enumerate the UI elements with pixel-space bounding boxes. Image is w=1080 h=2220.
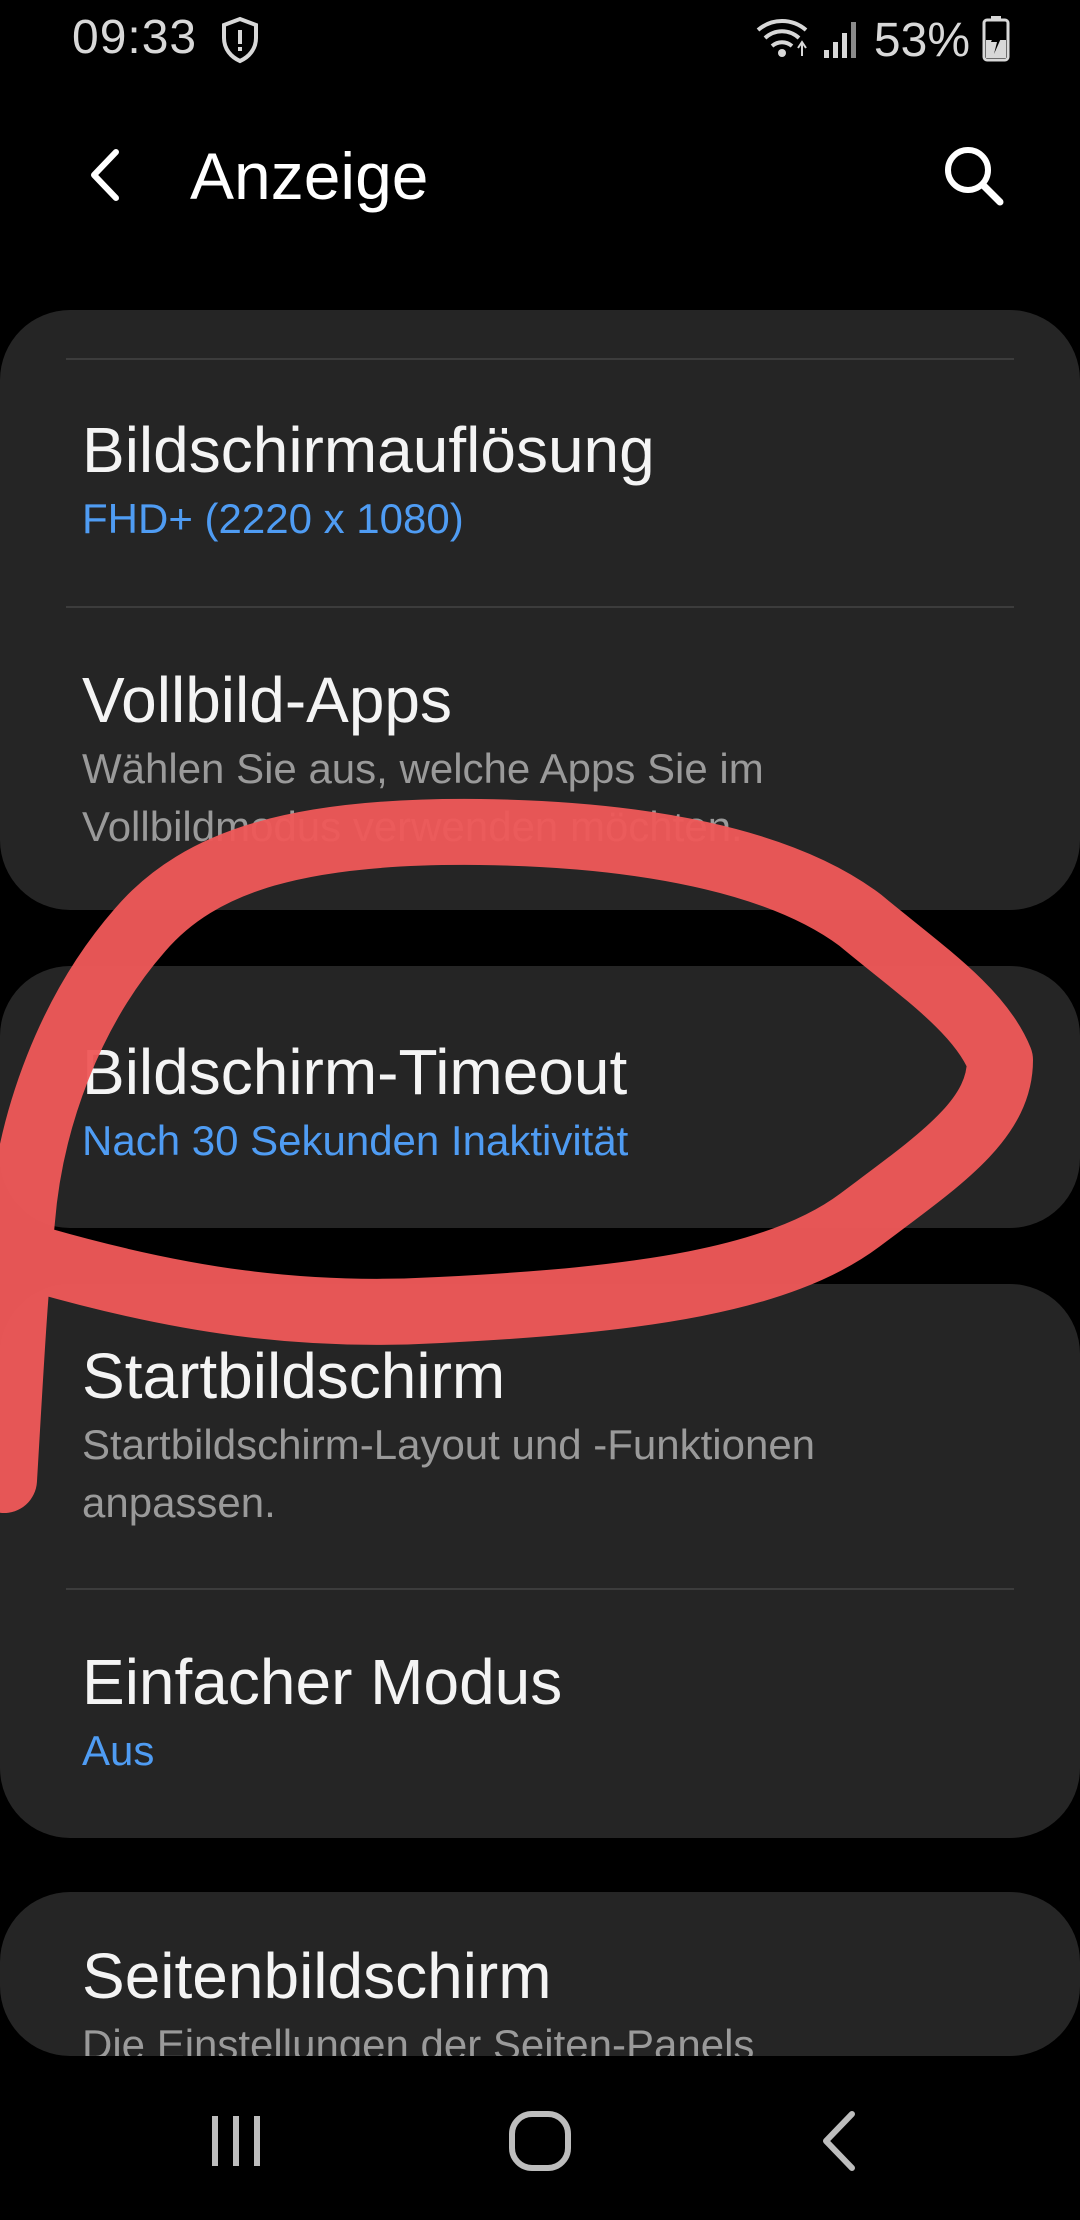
setting-title: Einfacher Modus [82,1646,563,1718]
nav-back-button[interactable] [800,2106,880,2176]
setting-screen-resolution[interactable]: Bildschirmauflösung FHD+ (2220 x 1080) [82,410,1012,548]
search-button[interactable] [938,140,1008,210]
setting-screen-timeout[interactable]: Bildschirm-Timeout Nach 30 Sekunden Inak… [82,1032,1012,1170]
shield-icon [220,16,260,64]
setting-title: Bildschirm-Timeout [82,1036,628,1108]
battery-charging-icon [982,14,1010,67]
home-icon [509,2111,571,2171]
divider [66,1588,1014,1590]
setting-easy-mode[interactable]: Einfacher Modus Aus [82,1642,1012,1780]
status-right: 53% [754,10,1010,70]
battery-percent: 53% [873,13,970,67]
setting-description: Die Einstellungen der Seiten-Panels [82,2021,755,2056]
signal-icon [822,14,862,67]
setting-title: Vollbild-Apps [82,664,452,736]
status-time: 09:33 [72,11,198,64]
settings-group-screen-timeout: Bildschirm-Timeout Nach 30 Sekunden Inak… [0,966,1080,1228]
app-bar: Anzeige [0,110,1080,240]
divider [66,358,1014,360]
setting-title: Seitenbildschirm [82,1940,552,2012]
settings-group-edge-screen: Seitenbildschirm Die Einstellungen der S… [0,1892,1080,2056]
back-button[interactable] [72,140,142,210]
setting-value: FHD+ (2220 x 1080) [82,495,464,542]
chevron-left-icon [91,149,119,201]
recent-apps-button[interactable] [196,2106,276,2176]
home-button[interactable] [500,2106,580,2176]
setting-home-screen[interactable]: Startbildschirm Startbildschirm-Layout u… [82,1336,1012,1532]
setting-fullscreen-apps[interactable]: Vollbild-Apps Wählen Sie aus, welche App… [82,660,1012,856]
settings-group-display-resolution: Bildschirmauflösung FHD+ (2220 x 1080) V… [0,310,1080,910]
search-icon [945,147,1004,206]
page-title: Anzeige [190,139,429,213]
setting-title: Bildschirmauflösung [82,414,655,486]
setting-value: Nach 30 Sekunden Inaktivität [82,1117,629,1164]
setting-description: Startbildschirm-Layout und -Funktionen a… [82,1421,816,1526]
setting-description: Wählen Sie aus, welche Apps Sie im Vollb… [82,745,764,850]
settings-group-home-screen: Startbildschirm Startbildschirm-Layout u… [0,1284,1080,1838]
back-icon [823,2111,855,2171]
setting-edge-screen[interactable]: Seitenbildschirm Die Einstellungen der S… [82,1936,1012,2056]
navigation-bar [0,2056,1080,2220]
recent-apps-icon [212,2116,260,2166]
setting-value: Aus [82,1727,155,1774]
divider [66,606,1014,608]
wifi-icon [754,14,810,67]
status-bar: 09:33 53% [0,0,1080,80]
setting-title: Startbildschirm [82,1340,506,1412]
